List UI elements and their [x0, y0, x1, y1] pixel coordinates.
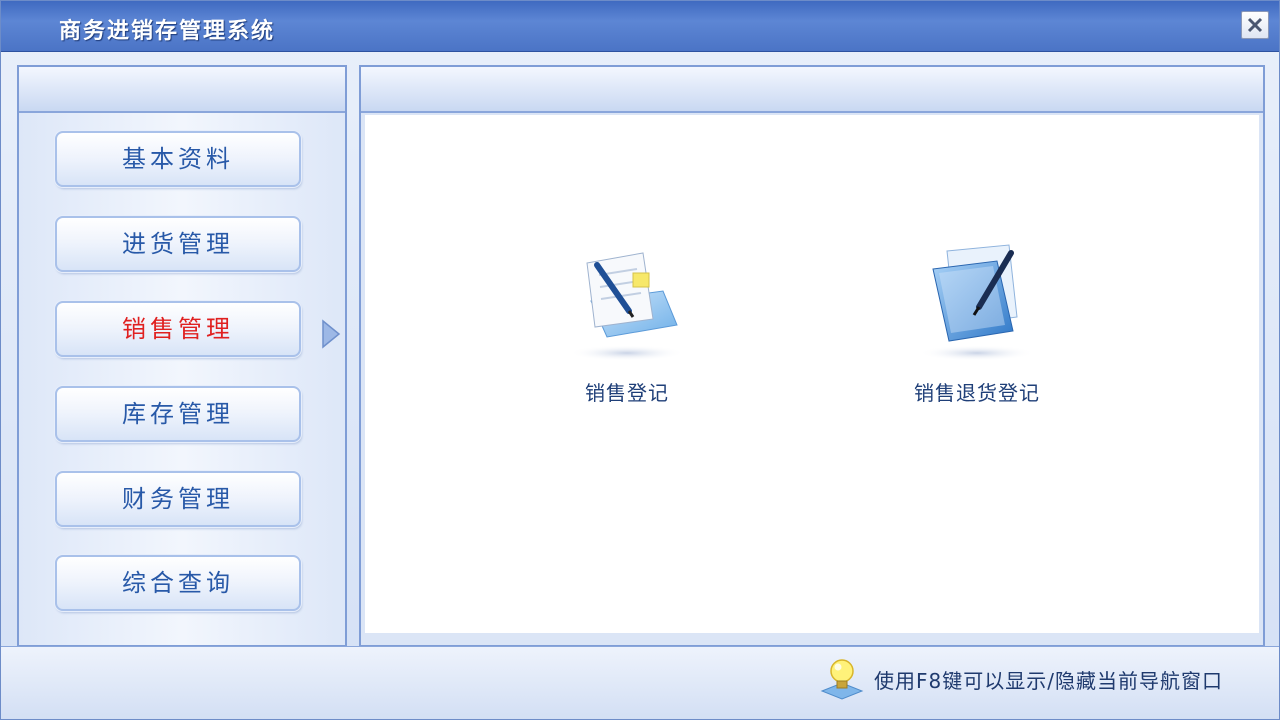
function-sales-return-register-label: 销售退货登记 [914, 381, 1040, 405]
navigation-header [19, 67, 345, 113]
window-title: 商务进销存管理系统 [59, 19, 276, 44]
main-header [361, 67, 1263, 113]
status-bar: 使用F8键可以显示/隐藏当前导航窗口 [1, 646, 1279, 719]
lightbulb-icon [820, 659, 864, 700]
app-window: 商务进销存管理系统 基本资料 进货管理 销售管理 库存管理 财务管理 综合查询 [0, 0, 1280, 720]
title-bar: 商务进销存管理系统 [1, 1, 1279, 52]
nav-button-sales-management[interactable]: 销售管理 [55, 301, 301, 357]
active-pointer-arrow-icon [322, 319, 341, 349]
navigation-panel: 基本资料 进货管理 销售管理 库存管理 财务管理 综合查询 [17, 65, 347, 647]
function-area: 销售登记 销售退货登记 [365, 115, 1259, 633]
function-sales-register-label: 销售登记 [585, 381, 669, 405]
nav-button-basic-data[interactable]: 基本资料 [55, 131, 301, 187]
function-sales-register[interactable]: 销售登记 [537, 239, 717, 406]
close-button[interactable] [1241, 11, 1269, 39]
function-sales-return-register[interactable]: 销售退货登记 [887, 239, 1067, 406]
hint-text: 使用F8键可以显示/隐藏当前导航窗口 [874, 668, 1223, 693]
nav-button-purchase-management[interactable]: 进货管理 [55, 216, 301, 272]
sales-return-register-icon [919, 244, 1035, 361]
main-panel: 销售登记 销售退货登记 [359, 65, 1265, 647]
close-icon [1247, 17, 1263, 33]
sales-register-icon [569, 252, 685, 361]
navigation-toggle-hint: 使用F8键可以显示/隐藏当前导航窗口 [818, 659, 1223, 700]
nav-button-finance-management[interactable]: 财务管理 [55, 471, 301, 527]
nav-button-inventory-management[interactable]: 库存管理 [55, 386, 301, 442]
nav-button-comprehensive-query[interactable]: 综合查询 [55, 555, 301, 611]
